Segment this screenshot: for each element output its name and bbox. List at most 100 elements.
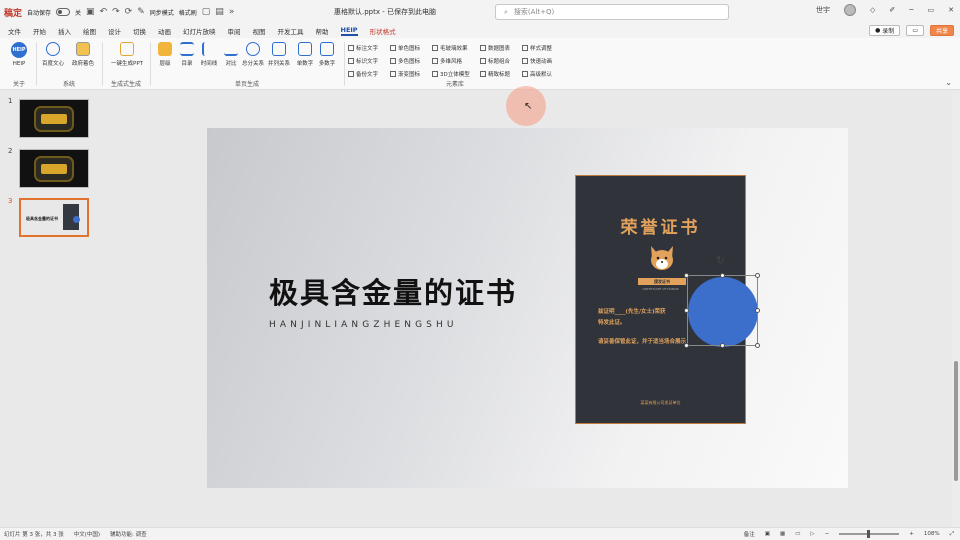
menu-file[interactable]: 文件 <box>8 26 21 36</box>
sync-icon[interactable]: ⟳ <box>125 7 133 17</box>
normal-view-icon[interactable]: ▣ <box>765 531 770 537</box>
check-chart[interactable]: 数据图表 <box>480 44 510 52</box>
multi-number-button[interactable]: 多数字 <box>314 42 340 67</box>
zoom-out-icon[interactable]: − <box>825 531 830 537</box>
parallel-button[interactable]: 并列关系 <box>266 42 292 67</box>
zoom-in-icon[interactable]: + <box>909 531 914 537</box>
avatar[interactable] <box>844 4 857 16</box>
sorter-view-icon[interactable]: ▦ <box>780 531 785 537</box>
maximize-icon[interactable]: ▭ <box>928 6 935 14</box>
wenxin-button[interactable]: 百度文心 <box>40 42 66 67</box>
resize-handle[interactable] <box>755 308 760 313</box>
redo-icon[interactable]: ↷ <box>112 7 120 17</box>
one-click-ppt-button[interactable]: 一键生成PPT <box>110 42 144 67</box>
resize-handle[interactable] <box>720 343 725 348</box>
slide-title[interactable]: 极具含金量的证书 <box>269 270 517 312</box>
heip-button[interactable]: HEIP HEIP <box>6 42 32 67</box>
minimize-icon[interactable]: ─ <box>909 6 913 14</box>
brush-icon[interactable]: ✎ <box>137 7 145 17</box>
check-title-combo[interactable]: 标题组合 <box>480 57 510 65</box>
more-icon[interactable]: » <box>229 7 235 17</box>
check-multi-icon[interactable]: 多色图标 <box>390 57 420 65</box>
menu-insert[interactable]: 插入 <box>58 26 71 36</box>
check-backup-text[interactable]: 备份文字 <box>348 70 378 78</box>
slide-thumbnail-2[interactable] <box>19 149 89 188</box>
check-mark-text[interactable]: 标识文字 <box>348 57 378 65</box>
accessibility-status[interactable]: 辅助功能: 调查 <box>110 530 147 538</box>
slide-thumbnail-3[interactable]: 极具含金量的证书 <box>19 198 89 237</box>
slide-thumbnail-1[interactable] <box>19 99 89 138</box>
check-multi-style[interactable]: 多维风格 <box>432 57 462 65</box>
slide-subtitle[interactable]: HANJINLIANGZHENGSHU <box>269 320 458 330</box>
checkbox <box>390 45 396 51</box>
resize-handle[interactable] <box>684 273 689 278</box>
menu-slideshow[interactable]: 幻灯片放映 <box>183 26 216 36</box>
check-mono-icon[interactable]: 单色图标 <box>390 44 420 52</box>
undo-icon[interactable]: ↶ <box>100 7 108 17</box>
resize-handle[interactable] <box>684 343 689 348</box>
diamond-icon[interactable]: ◇ <box>870 6 875 14</box>
check-3d-model[interactable]: 3D立体模型 <box>432 70 470 78</box>
pen-icon[interactable]: ✐ <box>889 6 895 14</box>
menu-transition[interactable]: 切换 <box>133 26 146 36</box>
menu-review[interactable]: 审阅 <box>228 26 241 36</box>
fit-slide-icon[interactable]: ⤢ <box>950 531 954 538</box>
notes-button[interactable]: 备注 <box>744 530 755 538</box>
checkbox <box>432 58 438 64</box>
save-icon[interactable]: ▣ <box>86 7 95 17</box>
zoom-level[interactable]: 108% <box>924 531 940 537</box>
document-title[interactable]: 惠格默认.pptx - 已保存到此电脑 <box>334 7 436 17</box>
check-advanced-default[interactable]: 高级默认 <box>522 70 552 78</box>
language-indicator[interactable]: 中文(中国) <box>74 530 100 538</box>
slideshow-icon[interactable]: ▷ <box>810 531 814 537</box>
resize-handle[interactable] <box>720 273 725 278</box>
check-glass[interactable]: 毛玻璃效果 <box>432 44 468 52</box>
share-button[interactable]: 共享 <box>929 25 954 36</box>
menu-animation[interactable]: 动画 <box>158 26 171 36</box>
scroll-thumb[interactable] <box>954 361 958 481</box>
comment-button[interactable]: ▭ <box>906 25 924 36</box>
menu-heip[interactable]: HEIP <box>340 26 358 36</box>
checkbox <box>348 45 354 51</box>
coloring-button[interactable]: 政府着色 <box>70 42 96 67</box>
record-button[interactable]: ● 录制 <box>869 25 901 36</box>
menu-view[interactable]: 视图 <box>253 26 266 36</box>
total-part-button[interactable]: 总分关系 <box>240 42 266 67</box>
menu-shape-format[interactable]: 形状格式 <box>370 26 396 36</box>
menu-home[interactable]: 开始 <box>33 26 46 36</box>
zoom-slider[interactable] <box>839 530 900 538</box>
check-style[interactable]: 样式调整 <box>522 44 552 52</box>
check-label-text[interactable]: 标注文字 <box>348 44 378 52</box>
menu-design[interactable]: 设计 <box>108 26 121 36</box>
toc-label: 目录 <box>181 61 193 67</box>
checkbox <box>522 58 528 64</box>
search-box[interactable]: ⌕ 搜索(Alt+Q) <box>495 4 729 20</box>
check-quick-anim[interactable]: 快速动画 <box>522 57 552 65</box>
group-system: 百度文心 政府着色 系统 <box>38 40 100 88</box>
reading-view-icon[interactable]: ▭ <box>795 531 800 537</box>
collapse-ribbon-icon[interactable]: ⌄ <box>945 78 952 87</box>
resize-handle[interactable] <box>755 343 760 348</box>
resize-handle[interactable] <box>684 308 689 313</box>
menu-developer[interactable]: 开发工具 <box>278 26 304 36</box>
slide-canvas[interactable]: 极具含金量的证书 HANJINLIANGZHENGSHU 荣誉证书 颁发证书 C… <box>207 128 848 488</box>
check-label: 3D立体模型 <box>440 72 470 78</box>
autosave-toggle[interactable] <box>56 8 71 16</box>
slide-thumbnail-panel: 1 2 3 极具含金量的证书 <box>0 91 96 527</box>
new-icon[interactable]: ▢ <box>202 7 211 17</box>
quick-access-format[interactable]: 格式刷 <box>179 8 197 17</box>
quick-access-sync[interactable]: 同步模式 <box>150 8 174 17</box>
resize-handle[interactable] <box>755 273 760 278</box>
check-fine-title[interactable]: 精致标题 <box>480 70 510 78</box>
check-gradient-icon[interactable]: 渐变图标 <box>390 70 420 78</box>
menu-draw[interactable]: 绘图 <box>83 26 96 36</box>
vertical-scrollbar[interactable] <box>952 91 960 527</box>
menu-help[interactable]: 帮助 <box>316 26 329 36</box>
compare-icon <box>224 42 238 56</box>
open-icon[interactable]: ▤ <box>215 7 224 17</box>
check-label: 数据图表 <box>488 46 511 52</box>
rotate-handle-icon[interactable]: ↻ <box>716 254 725 267</box>
close-icon[interactable]: ✕ <box>948 6 954 14</box>
comment-icon: ▭ <box>912 27 918 34</box>
thumb-number: 2 <box>8 147 13 155</box>
